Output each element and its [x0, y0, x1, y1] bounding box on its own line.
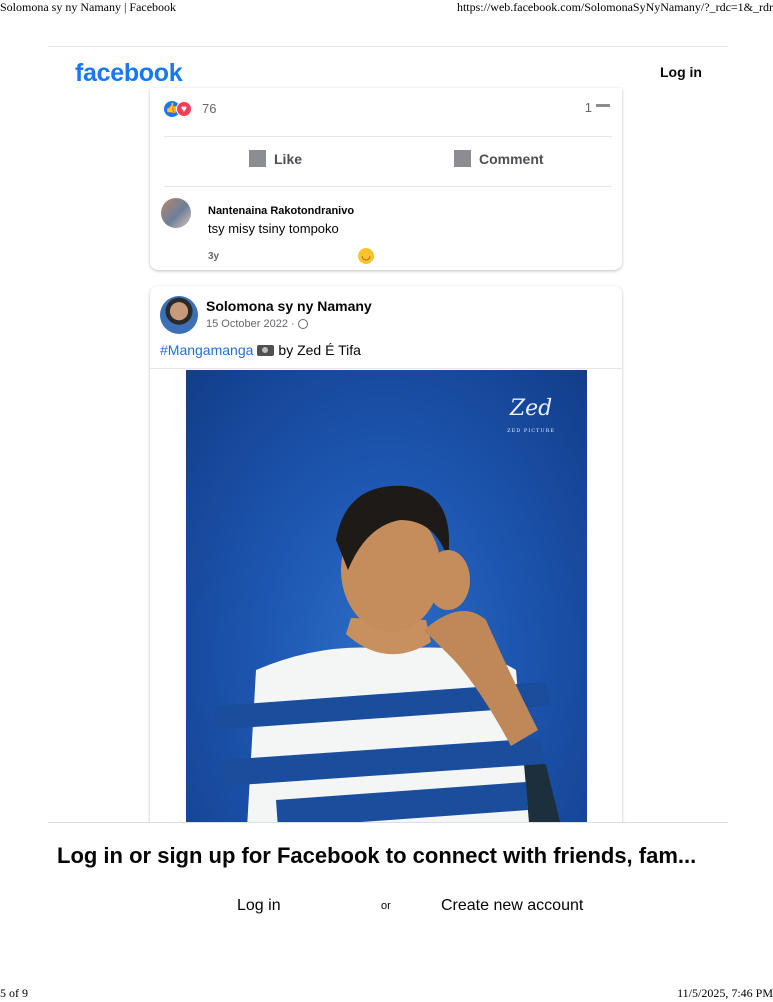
comment-text: tsy misy tsiny tompoko [208, 221, 339, 236]
post-date[interactable]: 15 October 2022 · [206, 318, 308, 330]
hashtag-link[interactable]: #Mangamanga [160, 342, 253, 358]
post-photo[interactable]: Zed ZED PICTURE [186, 370, 587, 846]
avatar[interactable] [161, 198, 191, 228]
print-header: Solomona sy ny Namany | Facebook https:/… [0, 0, 773, 16]
banner-login-button[interactable]: Log in [237, 897, 281, 915]
reaction-count: 76 [202, 101, 217, 116]
login-link[interactable]: Log in [660, 64, 702, 80]
avatar[interactable] [160, 296, 198, 334]
post-card: 👍 ♥ 76 1 Like Comment Nantenaina Rakoton… [150, 88, 622, 270]
comment-time[interactable]: 3y [208, 251, 219, 262]
or-separator: or [381, 900, 391, 912]
comment-author[interactable]: Nantenaina Rakotondranivo [208, 205, 354, 217]
page-url: https://web.facebook.com/SolomonaSyNyNam… [456, 0, 773, 14]
camera-icon [257, 345, 275, 356]
comment-button[interactable]: Comment [454, 150, 544, 168]
love-reaction-icon: ♥ [176, 101, 192, 117]
like-button[interactable]: Like [249, 150, 302, 168]
banner-title: Log in or sign up for Facebook to connec… [57, 843, 697, 868]
photographer-watermark: Zed ZED PICTURE [507, 396, 555, 435]
comment-count-icon [596, 104, 610, 107]
laughing-emoji-icon: ◡ [358, 248, 374, 264]
post-author[interactable]: Solomona sy ny Namany [206, 298, 372, 314]
post-caption: #Mangamanga by Zed É Tifa [160, 342, 361, 358]
create-account-button[interactable]: Create new account [441, 897, 583, 915]
page-number: 5 of 9 [0, 986, 28, 1000]
facebook-logo[interactable]: facebook [75, 59, 183, 88]
comment-count[interactable]: 1 [585, 100, 610, 115]
login-banner: Log in or sign up for Facebook to connec… [48, 822, 728, 953]
divider [164, 136, 612, 137]
globe-icon [297, 319, 308, 329]
comment-icon [454, 150, 471, 167]
post-card: Solomona sy ny Namany 15 October 2022 · #… [150, 286, 622, 846]
page-title: Solomona sy ny Namany | Facebook [0, 0, 177, 14]
like-icon [249, 150, 266, 167]
divider [150, 368, 622, 369]
divider [164, 186, 612, 187]
print-datetime: 11/5/2025, 7:46 PM [677, 986, 773, 1000]
